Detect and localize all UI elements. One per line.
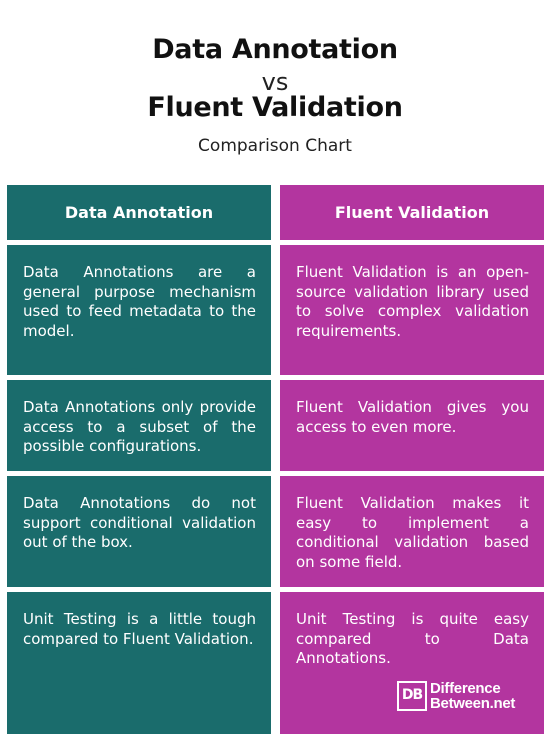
table-row: Data Annotations are a general purpose m… bbox=[7, 245, 544, 375]
table-cell-left: Unit Testing is a little tough compared … bbox=[7, 592, 271, 734]
logo-wordmark: Difference Between.net bbox=[430, 681, 515, 711]
table-cell-right: Fluent Validation is an open-source vali… bbox=[280, 245, 544, 375]
logo-mark: DB bbox=[397, 681, 427, 711]
table-cell-right: Fluent Validation makes it easy to imple… bbox=[280, 476, 544, 587]
table-row: Data Annotations only provide access to … bbox=[7, 380, 544, 471]
site-logo: DB Difference Between.net bbox=[397, 681, 515, 711]
page-title-line2: Fluent Validation bbox=[147, 92, 403, 123]
table-cell-left: Data Annotations are a general purpose m… bbox=[7, 245, 271, 375]
table-cell-right: Fluent Validation gives you access to ev… bbox=[280, 380, 544, 471]
table-cell-right-with-logo: Unit Testing is quite easy compared to D… bbox=[280, 592, 544, 734]
table-row: Data Annotations do not support conditio… bbox=[7, 476, 544, 587]
table-cell-left: Data Annotations only provide access to … bbox=[7, 380, 271, 471]
comparison-table: Data Annotation Fluent Validation Data A… bbox=[7, 185, 544, 739]
page-title-line1: Data Annotation bbox=[152, 34, 398, 65]
page-subtitle: Comparison Chart bbox=[198, 136, 352, 156]
table-cell-left: Data Annotations do not support conditio… bbox=[7, 476, 271, 587]
table-header-row: Data Annotation Fluent Validation bbox=[7, 185, 544, 240]
logo-line2: Between.net bbox=[430, 695, 516, 712]
column-header-fluent-validation: Fluent Validation bbox=[280, 185, 544, 240]
column-header-data-annotation: Data Annotation bbox=[7, 185, 271, 240]
table-row: Unit Testing is a little tough compared … bbox=[7, 592, 544, 734]
table-cell-right-text: Unit Testing is quite easy compared to D… bbox=[296, 610, 529, 667]
logo-line1: Difference bbox=[430, 680, 501, 697]
